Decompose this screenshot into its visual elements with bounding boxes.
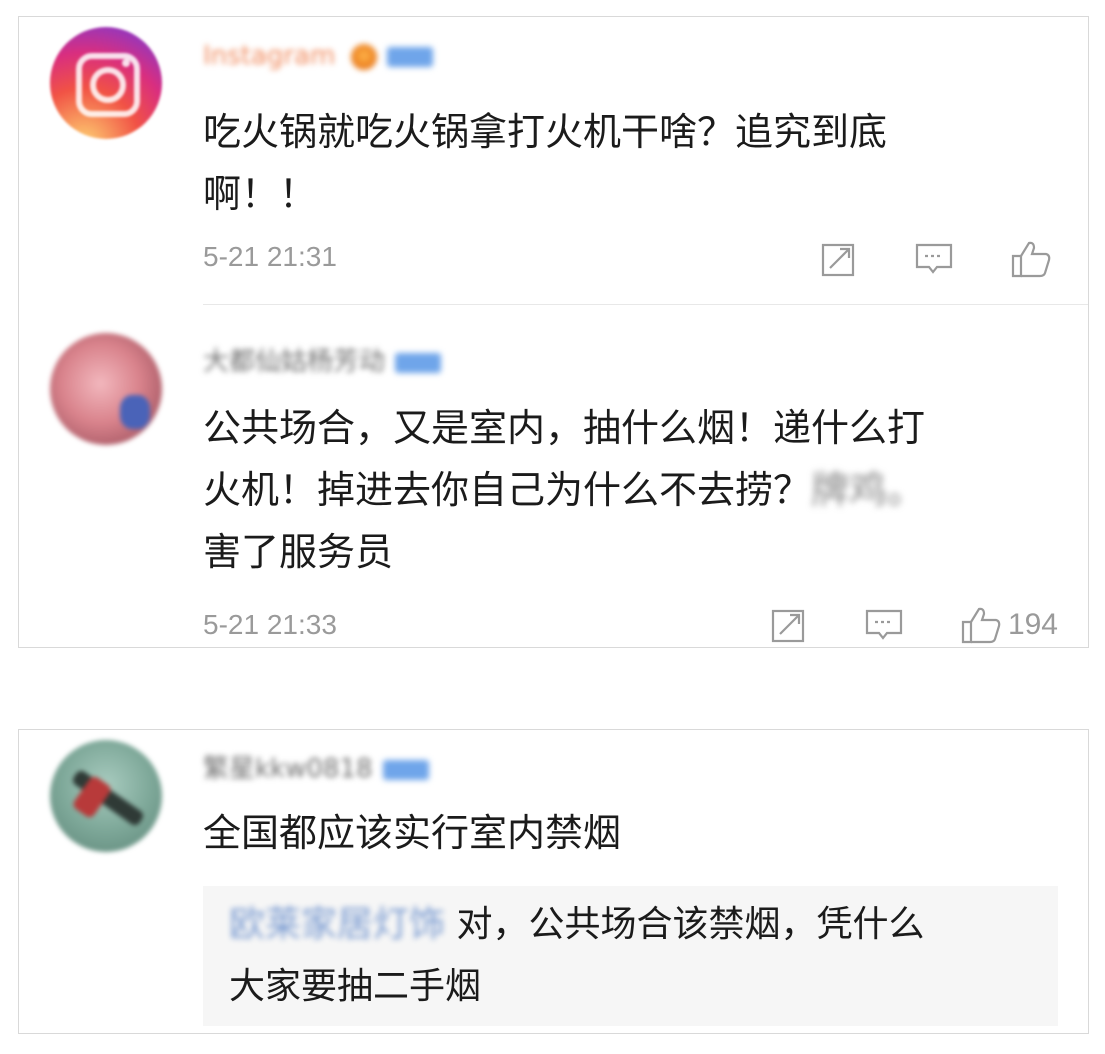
comment-text: 全国都应该实行室内禁烟 [203,811,622,855]
comment-actions [820,239,1058,279]
avatar[interactable] [50,740,162,852]
like-button[interactable]: 194 [960,605,1058,645]
comments-card: 繁星kkw0818 全国都应该实行室内禁烟 欧莱家居灯饰 对，公共场合该禁烟，凭… [18,729,1089,1034]
comment-text: 公共场合，又是室内，抽什么烟！递什么打 火机！掉进去你自己为什么不去捞？牌鸡。 害了… [203,406,926,574]
repost-button[interactable] [820,240,858,278]
comment-button[interactable] [914,240,954,278]
like-icon [1011,241,1051,278]
reply-username[interactable]: 欧莱家居灯饰 [229,904,445,945]
reply-box[interactable]: 欧莱家居灯饰 对，公共场合该禁烟，凭什么 大家要抽二手烟 [203,886,1058,1026]
vip-badge-icon [382,759,429,780]
username[interactable]: 大都仙姑杨芳动 [203,347,442,377]
username[interactable]: 繁星kkw0818 [203,754,429,784]
comment-icon [865,609,903,640]
like-count: 194 [1007,608,1058,641]
comment-time: 5-21 21:33 [203,609,337,640]
repost-icon [771,609,805,643]
comment-text: 吃火锅就吃火锅拿打火机干啥？追究到底 啊！！ [203,110,888,216]
comment-icon [915,243,953,274]
vip-badge-icon [387,46,434,67]
avatar[interactable] [50,333,162,445]
medal-icon [351,43,378,70]
vip-badge-icon [395,352,442,373]
username[interactable]: Instagram [203,41,434,71]
avatar[interactable] [50,27,162,139]
comment-time: 5-21 21:31 [203,241,337,272]
like-button[interactable] [1010,239,1058,279]
divider [203,304,1088,305]
like-icon [961,607,1001,644]
comment-button[interactable] [864,606,904,644]
repost-button[interactable] [770,606,808,644]
comments-card: Instagram 吃火锅就吃火锅拿打火机干啥？追究到底 啊！！ 5-21 21:… [18,16,1089,648]
comment-actions: 194 [770,605,1058,645]
repost-icon [821,243,855,277]
